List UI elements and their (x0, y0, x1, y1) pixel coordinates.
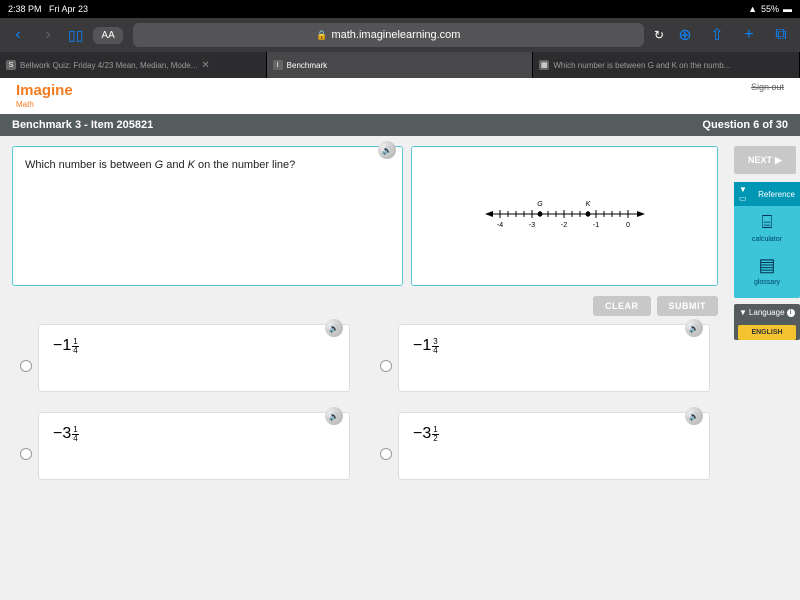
text-size-button[interactable]: AA (93, 27, 122, 44)
tab-label: Benchmark (287, 61, 327, 70)
tab-question[interactable]: ▦ Which number is between G and K on the… (533, 52, 800, 78)
tab-bellwork[interactable]: S Bellwork Quiz: Friday 4/23 Mean, Media… (0, 52, 267, 78)
answer-option-a[interactable]: 🔊 −114 (20, 324, 350, 392)
brand-sub: Math (16, 100, 73, 109)
tab-benchmark[interactable]: I Benchmark (267, 52, 534, 78)
radio-c[interactable] (20, 448, 32, 460)
answer-box: 🔊 −312 (398, 412, 710, 480)
battery-pct: 55% (761, 4, 779, 14)
ios-status-bar: 2:38 PM Fri Apr 23 ▲ 55% ▬ (0, 0, 800, 18)
answer-option-b[interactable]: 🔊 −134 (380, 324, 710, 392)
brand-name: Imagine (16, 82, 73, 99)
close-tab-icon[interactable]: ✕ (201, 60, 209, 71)
question-text: on the number line? (195, 159, 295, 171)
answer-box: 🔊 −134 (398, 324, 710, 392)
audio-button[interactable]: 🔊 (325, 407, 343, 425)
var-k: K (188, 159, 195, 171)
question-panel: 🔊 Which number is between G and K on the… (12, 146, 403, 286)
address-bar[interactable]: 🔒 math.imaginelearning.com (133, 23, 644, 47)
svg-text:G: G (537, 201, 543, 208)
svg-text:-2: -2 (560, 222, 566, 229)
answer-option-d[interactable]: 🔊 −312 (380, 412, 710, 480)
question-text: and (163, 159, 187, 171)
question-text: Which number is between (25, 159, 155, 171)
page-content: Imagine Math Sign out Benchmark 3 - Item… (0, 78, 800, 600)
wifi-icon: ▲ (748, 4, 757, 14)
main-area: 🔊 Which number is between G and K on the… (0, 136, 800, 490)
audio-button[interactable]: 🔊 (378, 141, 396, 159)
audio-button[interactable]: 🔊 (325, 319, 343, 337)
var-g: G (155, 159, 164, 171)
answer-box: 🔊 −314 (38, 412, 350, 480)
tab-label: Bellwork Quiz: Friday 4/23 Mean, Median,… (20, 61, 197, 70)
url-text: math.imaginelearning.com (331, 29, 460, 41)
submit-button[interactable]: SUBMIT (657, 296, 719, 316)
question-counter: Question 6 of 30 (702, 119, 788, 131)
status-time: 2:38 PM (8, 4, 42, 14)
battery-icon: ▬ (783, 4, 792, 14)
tab-favicon: ▦ (539, 60, 549, 70)
svg-text:0: 0 (626, 222, 630, 229)
radio-a[interactable] (20, 360, 32, 372)
tab-label: Which number is between G and K on the n… (553, 61, 730, 70)
answer-option-c[interactable]: 🔊 −314 (20, 412, 350, 480)
lock-icon: 🔒 (316, 30, 327, 41)
clear-button[interactable]: CLEAR (593, 296, 651, 316)
brand-header: Imagine Math Sign out (0, 78, 800, 114)
audio-button[interactable]: 🔊 (685, 319, 703, 337)
radio-b[interactable] (380, 360, 392, 372)
back-button[interactable]: ‹ (8, 26, 28, 44)
new-tab-icon[interactable]: + (738, 26, 760, 44)
answer-box: 🔊 −114 (38, 324, 350, 392)
svg-text:-4: -4 (496, 222, 502, 229)
forward-button[interactable]: › (38, 26, 58, 44)
audio-button[interactable]: 🔊 (685, 407, 703, 425)
tab-favicon: S (6, 60, 16, 70)
question-header: Benchmark 3 - Item 205821 Question 6 of … (0, 114, 800, 136)
radio-d[interactable] (380, 448, 392, 460)
bookmarks-icon[interactable]: ▯▯ (68, 27, 83, 44)
answers-grid: 🔊 −114 🔊 −134 🔊 −314 (12, 324, 718, 480)
status-date: Fri Apr 23 (49, 4, 88, 14)
svg-text:K: K (585, 201, 590, 208)
diagram-panel: G K -4 -3 -2 -1 0 (411, 146, 718, 286)
svg-text:-3: -3 (528, 222, 534, 229)
tab-bar: S Bellwork Quiz: Friday 4/23 Mean, Media… (0, 52, 800, 78)
sign-out-link[interactable]: Sign out (751, 82, 784, 92)
svg-text:-1: -1 (592, 222, 598, 229)
tabs-icon[interactable]: ⧉ (770, 26, 792, 44)
safari-toolbar: ‹ › ▯▯ AA 🔒 math.imaginelearning.com ↻ ⊕… (0, 18, 800, 52)
share-icon[interactable]: ⇧ (706, 25, 728, 45)
download-icon[interactable]: ⊕ (674, 25, 696, 45)
benchmark-title: Benchmark 3 - Item 205821 (12, 119, 153, 131)
reload-icon[interactable]: ↻ (654, 28, 664, 42)
tab-favicon: I (273, 60, 283, 70)
number-line: G K -4 -3 -2 -1 0 (485, 194, 645, 239)
